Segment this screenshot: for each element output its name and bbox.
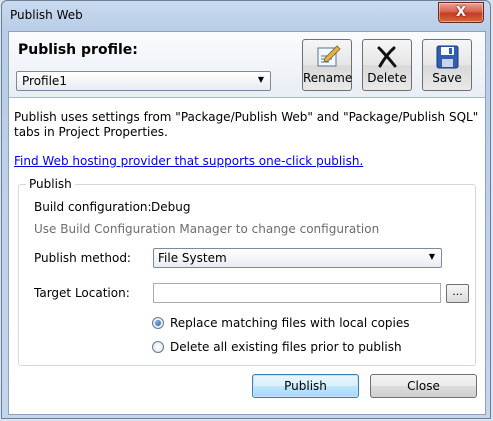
close-icon: X bbox=[455, 5, 467, 20]
replace-files-option[interactable]: Replace matching files with local copies bbox=[152, 316, 410, 330]
publish-profile-dropdown[interactable]: Profile1 ▼ bbox=[16, 71, 271, 91]
rename-button[interactable]: Rename bbox=[302, 39, 352, 91]
save-label: Save bbox=[432, 71, 462, 85]
target-location-input[interactable] bbox=[153, 283, 441, 303]
delete-label: Delete bbox=[367, 71, 407, 85]
chevron-down-icon: ▼ bbox=[428, 252, 435, 261]
window-title: Publish Web bbox=[10, 8, 83, 22]
publish-profile-label: Publish profile: bbox=[18, 42, 138, 58]
rename-label: Rename bbox=[303, 71, 353, 85]
delete-existing-radio[interactable] bbox=[152, 341, 164, 353]
browse-button[interactable]: ... bbox=[446, 284, 469, 303]
rename-pencil-icon bbox=[303, 44, 351, 70]
save-button[interactable]: Save bbox=[422, 39, 472, 91]
chevron-down-icon: ▼ bbox=[257, 75, 264, 84]
replace-files-radio[interactable] bbox=[152, 317, 164, 329]
delete-existing-option[interactable]: Delete all existing files prior to publi… bbox=[152, 340, 402, 354]
target-location-label: Target Location: bbox=[34, 286, 130, 300]
title-bar[interactable]: Publish Web X bbox=[2, 1, 490, 31]
publish-method-label: Publish method: bbox=[34, 251, 131, 265]
publish-method-value: File System bbox=[158, 251, 227, 265]
publish-web-dialog: Publish Web X Publish profile: Profile1 … bbox=[1, 0, 491, 419]
dialog-content: Publish profile: Profile1 ▼ Rename Delet… bbox=[8, 31, 486, 415]
build-configuration-value: Debug bbox=[151, 200, 191, 214]
window-close-button[interactable]: X bbox=[438, 2, 484, 23]
delete-existing-label: Delete all existing files prior to publi… bbox=[170, 340, 402, 354]
profile-panel: Publish profile: Profile1 ▼ Rename Delet… bbox=[9, 32, 485, 98]
publish-description: Publish uses settings from "Package/Publ… bbox=[14, 110, 479, 139]
replace-files-label: Replace matching files with local copies bbox=[170, 316, 410, 330]
floppy-disk-icon bbox=[423, 44, 471, 70]
hosting-provider-link[interactable]: Find Web hosting provider that supports … bbox=[14, 154, 363, 168]
publish-group-title: Publish bbox=[26, 177, 75, 191]
build-configuration-hint: Use Build Configuration Manager to chang… bbox=[34, 222, 380, 236]
build-configuration-label: Build configuration: bbox=[34, 200, 152, 214]
delete-button[interactable]: Delete bbox=[362, 39, 412, 91]
publish-profile-value: Profile1 bbox=[22, 74, 67, 88]
close-button[interactable]: Close bbox=[370, 374, 477, 398]
delete-x-icon bbox=[363, 44, 411, 70]
publish-method-dropdown[interactable]: File System ▼ bbox=[153, 248, 442, 268]
publish-button[interactable]: Publish bbox=[252, 374, 359, 398]
